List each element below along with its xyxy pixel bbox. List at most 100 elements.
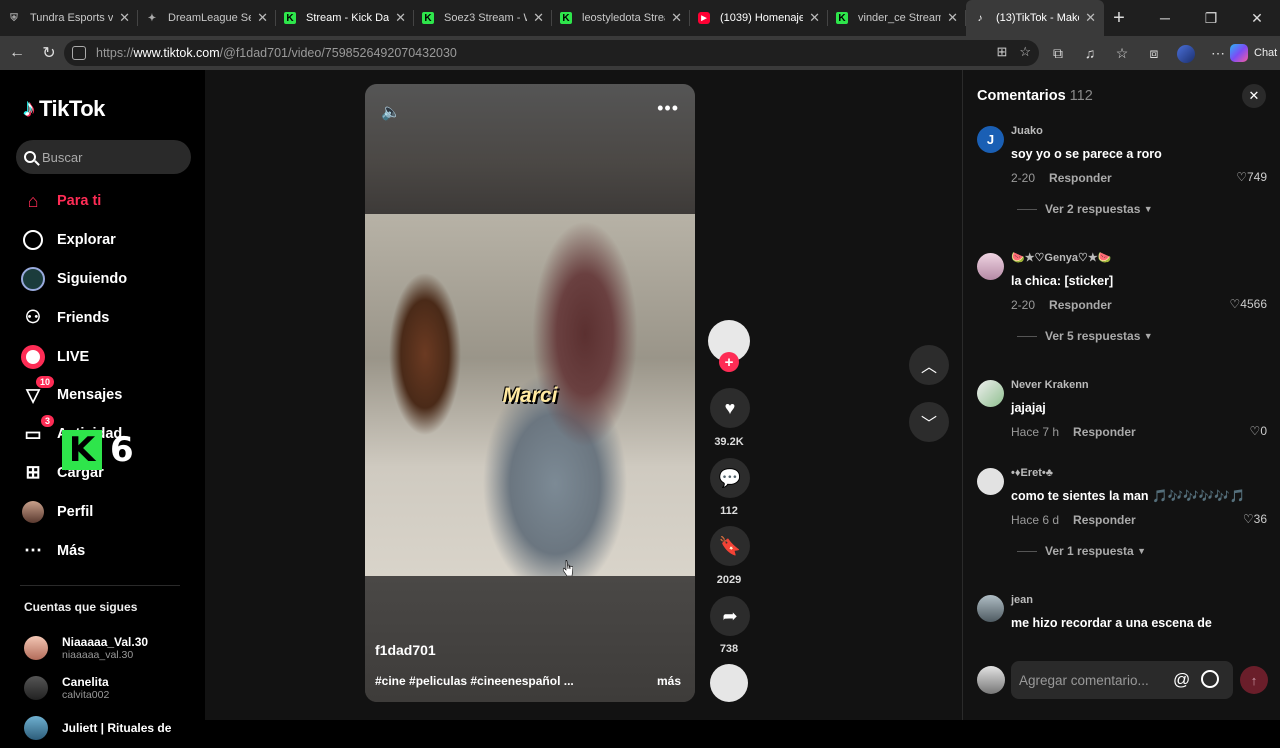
nav-item-siguiendo[interactable]: Siguiendo	[20, 260, 127, 299]
reload-icon[interactable]: ↻	[34, 38, 64, 68]
collections-icon[interactable]: ⧈	[1142, 42, 1166, 64]
comment-username[interactable]: Never Krakenn	[1011, 378, 1267, 392]
save-button[interactable]: 🔖	[710, 526, 750, 566]
profile-avatar	[20, 499, 46, 525]
browser-tab[interactable]: ✦ DreamLeague Seaso ✕	[138, 0, 276, 36]
avatar[interactable]	[977, 468, 1004, 495]
close-tab-icon[interactable]: ✕	[257, 10, 268, 26]
reply-button[interactable]: Responder	[1073, 513, 1136, 527]
follow-button[interactable]: +	[719, 352, 739, 372]
nav-item-friends[interactable]: ⚇ Friends	[20, 298, 127, 337]
comment-item: 🍉★♡Genya♡★🍉 la chica: [sticker] 2-20 Res…	[977, 251, 1267, 378]
divider	[1017, 550, 1037, 552]
comment-meta: 2-20 Responder ♡4566	[1011, 297, 1267, 313]
comment-like-button[interactable]: ♡36	[1243, 512, 1267, 526]
browser-tab[interactable]: K Stream - Kick Dashb ✕	[276, 0, 414, 36]
comment-like-button[interactable]: ♡0	[1250, 424, 1267, 438]
back-icon[interactable]: ←	[2, 38, 32, 68]
avatar[interactable]: J	[977, 126, 1004, 153]
close-tab-icon[interactable]: ✕	[395, 10, 406, 26]
like-button[interactable]: ♥	[710, 388, 750, 428]
search-input[interactable]: Buscar	[16, 140, 191, 174]
comment-input[interactable]	[1011, 661, 1233, 699]
comment-username[interactable]: Juako	[1011, 124, 1267, 138]
comments-header: Comentarios 112	[977, 88, 1093, 104]
comment-username[interactable]: •♦Eret•♣	[1011, 466, 1267, 480]
following-account[interactable]: Juliett | Rituales de	[24, 708, 171, 748]
previous-video-button[interactable]: ︿	[909, 345, 949, 385]
nav-item-para-ti[interactable]: ⌂ Para ti	[20, 182, 127, 221]
new-tab-button[interactable]: +	[1104, 7, 1134, 30]
url-field[interactable]: https://www.tiktok.com/@f1dad701/video/7…	[64, 40, 1039, 66]
browser-tab[interactable]: K vinder_ce Stream - ✕	[828, 0, 966, 36]
view-replies-button[interactable]: Ver 2 respuestas ▼	[1017, 202, 1267, 216]
nav-item-mensajes[interactable]: ▽ 10 Mensajes	[20, 376, 127, 415]
browser-tab[interactable]: ▶ (1039) Homenaje a ✕	[690, 0, 828, 36]
following-account[interactable]: Canelita calvita002	[24, 668, 171, 708]
profile-avatar[interactable]	[1174, 42, 1198, 64]
favorites-icon[interactable]: ☆	[1110, 42, 1134, 64]
tiktok-logo[interactable]: ♪ TikTok	[23, 95, 105, 123]
browser-tab[interactable]: ⛨ Tundra Esports vs Te ✕	[0, 0, 138, 36]
nav-item-perfil[interactable]: Perfil	[20, 492, 127, 531]
minimize-icon[interactable]: ─	[1142, 0, 1188, 36]
comment-username[interactable]: 🍉★♡Genya♡★🍉	[1011, 251, 1267, 265]
maximize-icon[interactable]: ❐	[1188, 0, 1234, 36]
music-disc[interactable]	[710, 664, 748, 702]
reply-button[interactable]: Responder	[1073, 425, 1136, 439]
comment-meta: Hace 7 h Responder ♡0	[1011, 424, 1267, 440]
close-tab-icon[interactable]: ✕	[947, 10, 958, 26]
video-author[interactable]: f1dad701	[375, 642, 436, 658]
emoji-icon[interactable]	[1201, 670, 1219, 688]
close-tab-icon[interactable]: ✕	[1085, 10, 1096, 26]
nav-item-explorar[interactable]: Explorar	[20, 221, 127, 260]
site-info-icon[interactable]	[72, 46, 86, 60]
media-icon[interactable]: ♫	[1078, 42, 1102, 64]
avatar[interactable]	[977, 253, 1004, 280]
comment-like-count: 749	[1246, 170, 1267, 184]
comment-like-button[interactable]: ♡749	[1236, 170, 1267, 184]
comment-like-button[interactable]: ♡4566	[1230, 297, 1267, 311]
comment-username[interactable]: jean	[1011, 593, 1267, 607]
video-player[interactable]: Marci 🔈 ••• f1dad701 #cine #peliculas #c…	[365, 84, 695, 702]
comments-count: 112	[1069, 88, 1093, 104]
favorite-star-icon[interactable]: ☆	[1019, 44, 1031, 60]
send-comment-button[interactable]: ↑	[1240, 666, 1268, 694]
apps-icon[interactable]: ⊞	[996, 44, 1007, 60]
youtube-icon: ▶	[698, 12, 710, 24]
share-button[interactable]: ➦	[710, 596, 750, 636]
close-comments-button[interactable]: ✕	[1242, 84, 1266, 108]
close-tab-icon[interactable]: ✕	[533, 10, 544, 26]
nav-item-mas[interactable]: ⋯ Más	[20, 531, 127, 570]
volume-icon[interactable]: 🔈	[381, 102, 401, 122]
browser-tab[interactable]: K Soez3 Stream - Wat ✕	[414, 0, 552, 36]
browser-tab-active[interactable]: ♪ (13)TikTok - Make Yo ✕	[966, 0, 1104, 36]
following-account[interactable]: Niaaaaa_Val.30 niaaaaa_val.30	[24, 628, 171, 668]
view-replies-button[interactable]: Ver 5 respuestas ▼	[1017, 329, 1267, 343]
comment-like-count: 36	[1253, 512, 1267, 526]
comment-button[interactable]: 💬	[710, 458, 750, 498]
upload-icon: ⊞	[25, 462, 41, 483]
more-description-link[interactable]: más	[657, 674, 681, 688]
dreamleague-icon: ✦	[147, 12, 157, 24]
close-tab-icon[interactable]: ✕	[809, 10, 820, 26]
nav-item-live[interactable]: LIVE	[20, 337, 127, 376]
tiktok-icon: ♪	[977, 12, 983, 24]
browser-tab[interactable]: K leostyledota Stream ✕	[552, 0, 690, 36]
menu-icon[interactable]: ⋯	[1206, 42, 1230, 64]
nav-label: Siguiendo	[57, 270, 128, 287]
reply-button[interactable]: Responder	[1049, 298, 1112, 312]
copilot-chat-button[interactable]: Chat	[1230, 44, 1277, 62]
close-tab-icon[interactable]: ✕	[119, 10, 130, 26]
close-window-icon[interactable]: ✕	[1234, 0, 1280, 36]
reply-button[interactable]: Responder	[1049, 171, 1112, 185]
extensions-icon[interactable]: ⧉	[1046, 42, 1070, 64]
next-video-button[interactable]: ﹀	[909, 402, 949, 442]
more-options-icon[interactable]: •••	[657, 98, 679, 119]
mention-icon[interactable]: @	[1173, 670, 1190, 690]
avatar[interactable]	[977, 380, 1004, 407]
avatar[interactable]	[977, 595, 1004, 622]
view-replies-button[interactable]: Ver 1 respuesta ▼	[1017, 544, 1267, 558]
comment-date: Hace 6 d	[1011, 513, 1060, 527]
close-tab-icon[interactable]: ✕	[671, 10, 682, 26]
